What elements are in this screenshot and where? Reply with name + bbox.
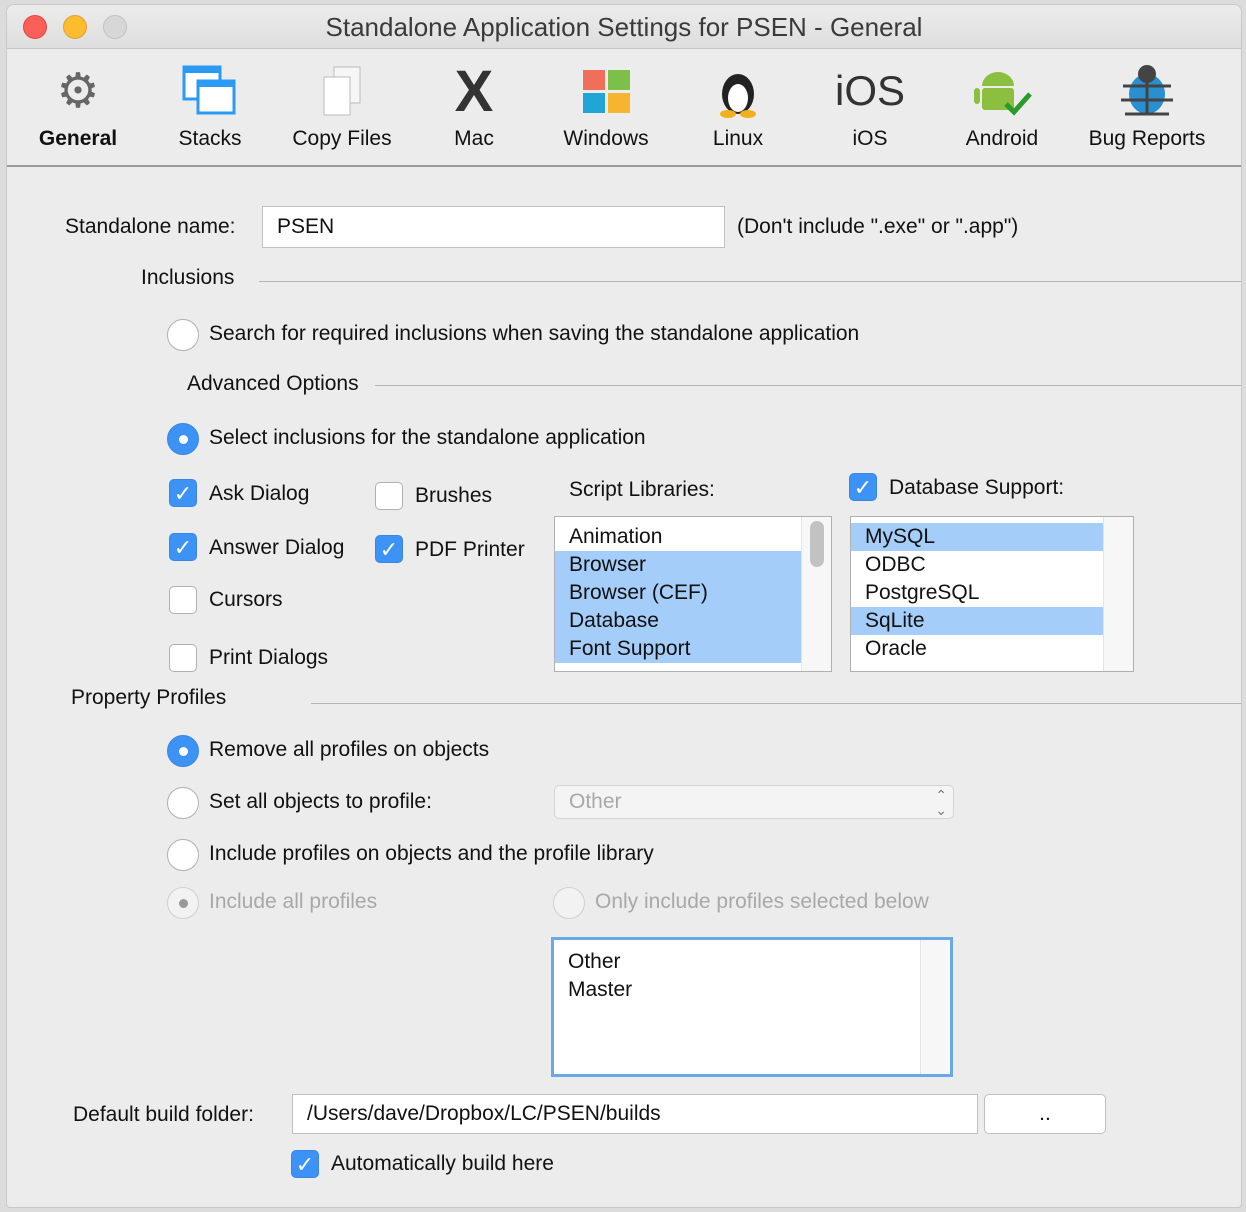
window-title: Standalone Application Settings for PSEN… xyxy=(325,12,923,42)
checkbox-label: PDF Printer xyxy=(415,538,525,561)
list-item[interactable]: Master xyxy=(554,976,950,1004)
standalone-name-label: Standalone name: xyxy=(65,215,236,238)
list-item[interactable]: Animation xyxy=(555,523,801,551)
tab-label: Copy Files xyxy=(292,127,392,150)
ask-dialog-checkbox[interactable]: ✓ xyxy=(169,479,197,507)
standalone-name-input[interactable]: PSEN xyxy=(262,206,725,248)
list-item[interactable]: SqLite xyxy=(851,607,1103,635)
include-profiles-radio[interactable] xyxy=(167,839,199,871)
answer-dialog-checkbox[interactable]: ✓ xyxy=(169,533,197,561)
list-item[interactable]: Oracle xyxy=(851,635,1103,663)
radio-label: Only include profiles selected below xyxy=(595,890,929,913)
list-item[interactable]: Browser (CEF) xyxy=(555,579,801,607)
tab-label: Windows xyxy=(563,127,649,150)
name-hint: (Don't include ".exe" or ".app") xyxy=(737,215,1019,238)
list-item[interactable]: MySQL xyxy=(851,523,1103,551)
minimize-button[interactable] xyxy=(63,15,87,39)
profile-select-value: Other xyxy=(569,790,622,813)
divider xyxy=(375,385,1241,386)
list-item[interactable]: ODBC xyxy=(851,551,1103,579)
checkbox-label: Answer Dialog xyxy=(209,536,345,559)
tab-label: Android xyxy=(965,127,1039,150)
radio-label: Remove all profiles on objects xyxy=(209,738,490,761)
pdf-printer-checkbox[interactable]: ✓ xyxy=(375,535,403,563)
tab-mac[interactable]: X Mac xyxy=(409,58,539,151)
ios-icon: iOS xyxy=(834,67,905,114)
bug-icon xyxy=(1082,63,1212,119)
inclusions-label: Inclusions xyxy=(141,266,235,289)
radio-label: Include all profiles xyxy=(209,890,378,913)
tab-label: Mac xyxy=(454,127,494,150)
scrollbar[interactable] xyxy=(920,940,950,1074)
select-inclusions-label: Select inclusions for the standalone app… xyxy=(209,426,646,449)
list-item[interactable]: Font Support xyxy=(555,635,801,663)
property-profiles-label: Property Profiles xyxy=(71,686,227,709)
script-libraries-label: Script Libraries: xyxy=(569,478,715,501)
database-support-label: Database Support: xyxy=(889,476,1065,499)
radio-label: Include profiles on objects and the prof… xyxy=(209,842,654,865)
tab-ios[interactable]: iOS iOS xyxy=(805,63,935,151)
profile-list[interactable]: Other Master xyxy=(551,937,953,1077)
divider xyxy=(259,281,1241,282)
checkbox-label: Print Dialogs xyxy=(209,646,329,669)
close-button[interactable] xyxy=(23,15,47,39)
build-folder-input[interactable]: /Users/dave/Dropbox/LC/PSEN/builds xyxy=(292,1094,978,1134)
database-support-checkbox[interactable]: ✓ xyxy=(849,473,877,501)
search-inclusions-label: Search for required inclusions when savi… xyxy=(209,322,860,345)
tab-copy-files[interactable]: Copy Files xyxy=(277,63,407,151)
chevron-updown-icon: ⌃ ⌄ xyxy=(935,787,947,818)
script-libraries-list[interactable]: Animation Browser Browser (CEF) Database… xyxy=(554,516,832,672)
checkbox-label: Ask Dialog xyxy=(209,482,310,505)
build-folder-label: Default build folder: xyxy=(73,1103,254,1126)
mac-x-icon: X xyxy=(454,58,494,124)
tab-label: General xyxy=(38,127,118,150)
search-inclusions-radio[interactable] xyxy=(167,319,199,351)
cursors-checkbox[interactable] xyxy=(169,586,197,614)
radio-label: Set all objects to profile: xyxy=(209,790,432,813)
stacks-icon xyxy=(145,63,275,119)
only-include-profiles-radio[interactable] xyxy=(553,887,585,919)
tab-general[interactable]: ⚙ General xyxy=(13,63,143,151)
tab-label: Bug Reports xyxy=(1088,127,1206,150)
copy-files-icon xyxy=(277,63,407,119)
list-item[interactable]: Other xyxy=(554,948,950,976)
list-item[interactable]: Database xyxy=(555,607,801,635)
checkbox-label: Cursors xyxy=(209,588,283,611)
tab-linux[interactable]: Linux xyxy=(673,63,803,151)
tab-label: Stacks xyxy=(178,127,242,150)
advanced-options-label: Advanced Options xyxy=(187,372,359,395)
list-item[interactable]: PostgreSQL xyxy=(851,579,1103,607)
auto-build-label: Automatically build here xyxy=(331,1152,554,1175)
scrollbar-thumb[interactable] xyxy=(809,521,824,567)
zoom-button[interactable] xyxy=(103,15,127,39)
windows-icon xyxy=(541,63,671,119)
linux-icon xyxy=(673,63,803,119)
toolbar: ⚙ General Stacks Copy Files X Mac Windows … xyxy=(7,49,1241,167)
browse-button[interactable]: .. xyxy=(984,1094,1106,1134)
tab-label: Linux xyxy=(712,127,764,150)
brushes-checkbox[interactable] xyxy=(375,482,403,510)
set-profile-radio[interactable] xyxy=(167,787,199,819)
list-item[interactable]: Browser xyxy=(555,551,801,579)
tab-bug-reports[interactable]: Bug Reports xyxy=(1082,63,1212,151)
checkbox-label: Brushes xyxy=(415,484,493,507)
tab-android[interactable]: Android xyxy=(937,63,1067,151)
auto-build-checkbox[interactable]: ✓ xyxy=(291,1150,319,1178)
tab-label: iOS xyxy=(852,127,888,150)
settings-window: Standalone Application Settings for PSEN… xyxy=(6,4,1242,1208)
title-bar: Standalone Application Settings for PSEN… xyxy=(7,5,1241,49)
select-inclusions-radio[interactable] xyxy=(167,423,199,455)
include-all-profiles-radio[interactable] xyxy=(167,887,199,919)
tab-stacks[interactable]: Stacks xyxy=(145,63,275,151)
android-icon xyxy=(937,63,1067,119)
scrollbar[interactable] xyxy=(1103,517,1133,671)
gear-icon: ⚙ xyxy=(56,65,100,118)
profile-select[interactable]: Other ⌃ ⌄ xyxy=(554,785,954,819)
divider xyxy=(311,703,1241,704)
print-dialogs-checkbox[interactable] xyxy=(169,644,197,672)
tab-windows[interactable]: Windows xyxy=(541,63,671,151)
database-list[interactable]: MySQL ODBC PostgreSQL SqLite Oracle xyxy=(850,516,1134,672)
remove-profiles-radio[interactable] xyxy=(167,735,199,767)
scrollbar[interactable] xyxy=(801,517,831,671)
